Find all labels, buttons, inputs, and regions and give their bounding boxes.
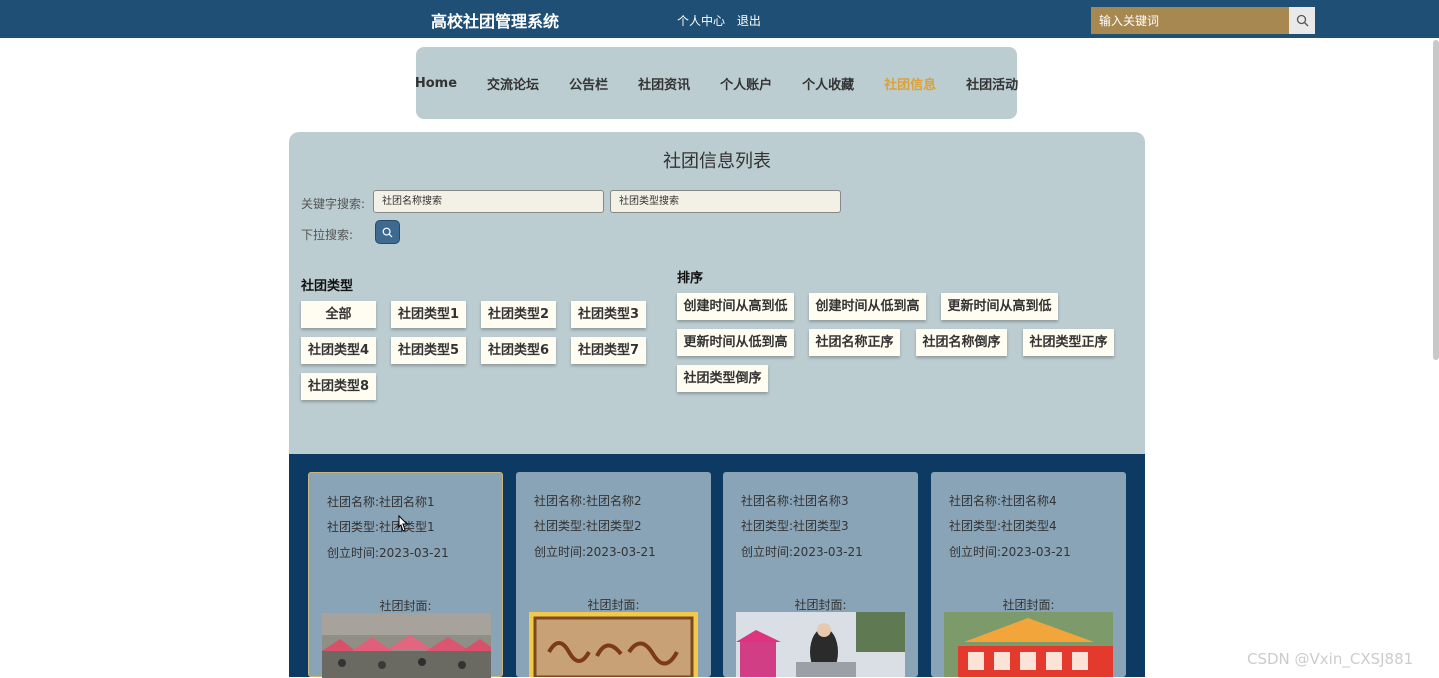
club-cover-image[interactable] — [736, 612, 905, 677]
type-filter-5[interactable]: 社团类型5 — [391, 337, 466, 364]
club-name: 社团名称:社团名称2 — [534, 494, 642, 508]
user-links: 个人中心 退出 — [677, 12, 769, 29]
club-name-search-input[interactable] — [373, 190, 604, 213]
club-cover-label: 社团封面: — [1002, 598, 1055, 612]
search-icon — [382, 227, 393, 237]
sort-updated-asc[interactable]: 更新时间从低到高 — [677, 329, 794, 356]
club-founded-date: 创立时间:2023-03-21 — [741, 545, 863, 559]
sort-section-title: 排序 — [677, 271, 704, 286]
filter-panel: 社团信息列表 关键字搜索: 下拉搜索: 社团类型 全部 社团类型1 社团类型2 … — [289, 132, 1145, 454]
search-icon — [1296, 14, 1308, 27]
type-filter-2[interactable]: 社团类型2 — [481, 301, 556, 328]
club-cover-label: 社团封面: — [794, 598, 847, 612]
sort-updated-desc[interactable]: 更新时间从高到低 — [941, 293, 1058, 320]
club-type-search-input[interactable] — [610, 190, 841, 213]
main-nav: Home 交流论坛 公告栏 社团资讯 个人账户 个人收藏 社团信息 社团活动 — [415, 47, 1018, 119]
type-filter-3[interactable]: 社团类型3 — [571, 301, 646, 328]
sort-created-asc[interactable]: 创建时间从低到高 — [809, 293, 926, 320]
sort-created-desc[interactable]: 创建时间从高到低 — [677, 293, 794, 320]
sort-name-desc[interactable]: 社团名称倒序 — [916, 329, 1007, 356]
club-name: 社团名称:社团名称3 — [741, 494, 849, 508]
top-bar: 高校社团管理系统 个人中心 退出 — [0, 0, 1439, 38]
logout-link[interactable]: 退出 — [737, 14, 761, 28]
dropdown-search-button[interactable] — [375, 220, 400, 244]
type-filter-7[interactable]: 社团类型7 — [571, 337, 646, 364]
club-cover-label: 社团封面: — [587, 598, 640, 612]
keyword-search-label: 关键字搜索: — [301, 197, 366, 211]
club-founded-date: 创立时间:2023-03-21 — [534, 545, 656, 559]
club-cover-label: 社团封面: — [379, 599, 432, 613]
type-filter-1[interactable]: 社团类型1 — [391, 301, 466, 328]
club-cover-image[interactable] — [944, 612, 1113, 677]
nav-bulletin[interactable]: 公告栏 — [554, 74, 623, 93]
club-type: 社团类型:社团类型1 — [327, 520, 435, 534]
type-filter-6[interactable]: 社团类型6 — [481, 337, 556, 364]
nav-favorites[interactable]: 个人收藏 — [787, 74, 869, 93]
club-founded-date: 创立时间:2023-03-21 — [949, 545, 1071, 559]
search-button[interactable] — [1289, 7, 1315, 34]
club-type: 社团类型:社团类型4 — [949, 519, 1057, 533]
club-card[interactable]: 社团名称:社团名称4 社团类型:社团类型4 创立时间:2023-03-21 社团… — [931, 472, 1126, 677]
dropdown-search-label: 下拉搜索: — [301, 228, 354, 242]
nav-home[interactable]: Home — [400, 76, 472, 91]
type-filter-8[interactable]: 社团类型8 — [301, 373, 376, 400]
club-card[interactable]: 社团名称:社团名称3 社团类型:社团类型3 创立时间:2023-03-21 社团… — [723, 472, 918, 677]
header-search — [1091, 7, 1315, 34]
club-cover-image[interactable] — [322, 613, 491, 678]
nav-club-info[interactable]: 社团信息 — [869, 74, 951, 93]
mouse-pointer-icon — [398, 514, 409, 532]
club-founded-date: 创立时间:2023-03-21 — [327, 546, 449, 560]
nav-club-news[interactable]: 社团资讯 — [623, 74, 705, 93]
club-card[interactable]: 社团名称:社团名称2 社团类型:社团类型2 创立时间:2023-03-21 社团… — [516, 472, 711, 677]
nav-account[interactable]: 个人账户 — [705, 74, 787, 93]
sort-type-asc[interactable]: 社团类型正序 — [1023, 329, 1114, 356]
site-title: 高校社团管理系统 — [431, 12, 560, 31]
nav-club-activities[interactable]: 社团活动 — [951, 74, 1033, 93]
club-type-section-title: 社团类型 — [301, 279, 354, 294]
keyword-search-input[interactable] — [1091, 7, 1289, 34]
page-scrollbar[interactable] — [1433, 40, 1439, 360]
nav-forum[interactable]: 交流论坛 — [472, 74, 554, 93]
club-type: 社团类型:社团类型2 — [534, 519, 642, 533]
club-type: 社团类型:社团类型3 — [741, 519, 849, 533]
club-name: 社团名称:社团名称4 — [949, 494, 1057, 508]
personal-center-link[interactable]: 个人中心 — [677, 14, 725, 28]
sort-type-desc[interactable]: 社团类型倒序 — [677, 365, 768, 392]
club-cover-image[interactable] — [529, 612, 698, 677]
sort-name-asc[interactable]: 社团名称正序 — [809, 329, 900, 356]
page-title: 社团信息列表 — [663, 151, 771, 172]
type-filter-all[interactable]: 全部 — [301, 301, 376, 328]
club-name: 社团名称:社团名称1 — [327, 495, 435, 509]
type-filter-4[interactable]: 社团类型4 — [301, 337, 376, 364]
watermark: CSDN @Vxin_CXSJ881 — [1247, 650, 1414, 668]
club-card[interactable]: 社团名称:社团名称1 社团类型:社团类型1 创立时间:2023-03-21 社团… — [308, 472, 503, 678]
